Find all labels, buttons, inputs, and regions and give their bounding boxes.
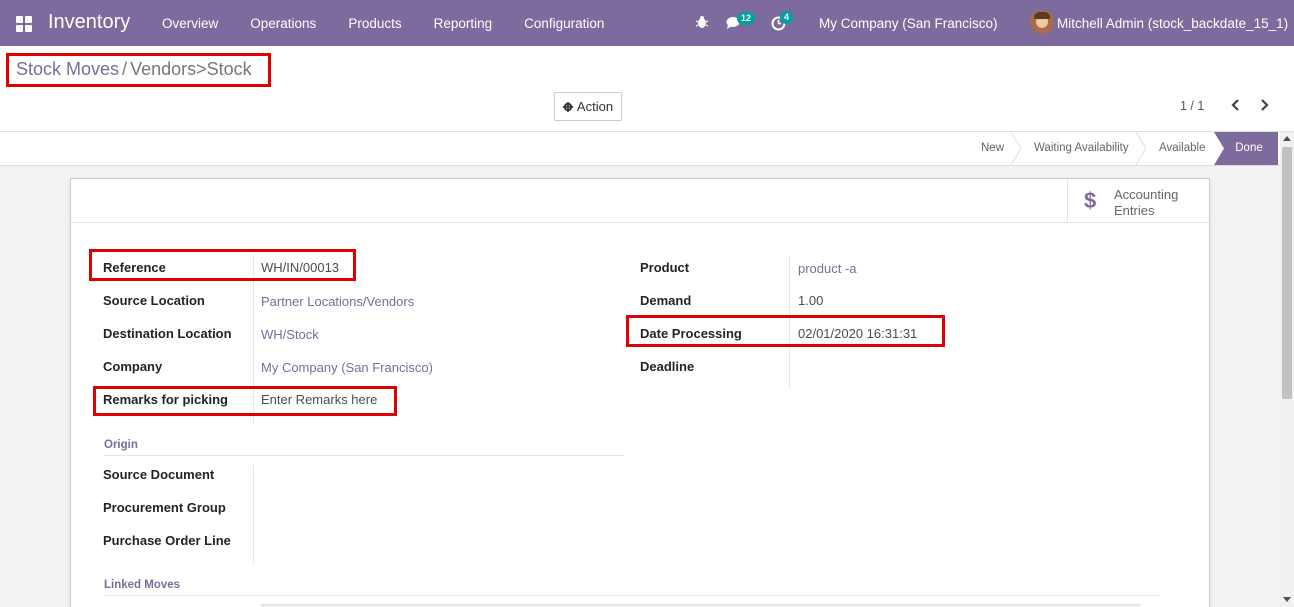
pager-value[interactable]: 1 / 1 (1180, 99, 1204, 113)
company-label: Company (103, 359, 163, 374)
menu-reporting[interactable]: Reporting (418, 16, 509, 31)
company-value[interactable]: My Company (San Francisco) (261, 360, 433, 375)
menu-configuration[interactable]: Configuration (508, 16, 620, 31)
date-processing-highlight-box (626, 315, 945, 347)
source-location-label: Source Location (103, 293, 205, 308)
chat-count-badge: 12 (737, 12, 756, 25)
column-divider (253, 465, 254, 563)
deadline-label: Deadline (640, 359, 695, 374)
main-menu: Overview Operations Products Reporting C… (146, 0, 620, 46)
stage-separator (1011, 132, 1021, 165)
apps-grid-icon[interactable] (16, 16, 32, 32)
reference-highlight-box (89, 249, 356, 281)
accounting-entries-button[interactable]: $ Accounting Entries (1067, 179, 1209, 223)
user-menu[interactable]: Mitchell Admin (stock_backdate_15_1) (1057, 16, 1288, 31)
user-avatar[interactable] (1030, 10, 1054, 34)
destination-location-value[interactable]: WH/Stock (261, 327, 319, 342)
demand-value: 1.00 (798, 293, 824, 308)
origin-section-title: Origin (104, 439, 138, 451)
source-document-label: Source Document (103, 467, 215, 482)
button-box: $ Accounting Entries (71, 179, 1209, 223)
demand-label: Demand (640, 293, 692, 308)
source-location-value[interactable]: Partner Locations/Vendors (261, 294, 414, 309)
page-scrollbar[interactable] (1280, 132, 1294, 607)
menu-overview[interactable]: Overview (146, 16, 234, 31)
action-label: Action (576, 99, 614, 114)
chevron-right-icon[interactable] (1257, 98, 1271, 112)
destination-location-label: Destination Location (103, 326, 232, 341)
top-navbar: Inventory Overview Operations Products R… (0, 0, 1294, 46)
linked-moves-divider (103, 595, 1161, 596)
menu-operations[interactable]: Operations (234, 16, 332, 31)
stage-done[interactable]: Done (1214, 132, 1278, 165)
procurement-group-label: Procurement Group (103, 500, 226, 515)
status-bar: New Waiting Availability Available Done (0, 132, 1294, 166)
purchase-order-line-label: Purchase Order Line (103, 533, 231, 548)
scroll-down-arrow-icon[interactable] (1283, 597, 1291, 602)
stage-new[interactable]: New (981, 132, 1004, 165)
product-label: Product (640, 260, 690, 275)
app-title[interactable]: Inventory (48, 11, 130, 34)
accounting-entries-label: Accounting Entries (1114, 187, 1179, 218)
bug-icon[interactable] (695, 15, 709, 29)
origin-divider (103, 455, 625, 456)
stage-waiting-availability[interactable]: Waiting Availability (1034, 132, 1129, 165)
scroll-thumb[interactable] (1282, 147, 1292, 399)
product-value[interactable]: product -a (798, 261, 857, 276)
breadcrumb-highlight-box (6, 53, 271, 87)
action-button[interactable]: Action (554, 92, 622, 121)
company-switcher[interactable]: My Company (San Francisco) (819, 16, 998, 31)
linked-moves-section-title: Linked Moves (104, 579, 181, 591)
stage-available[interactable]: Available (1159, 132, 1205, 165)
activity-count-badge: 4 (780, 11, 794, 24)
scroll-up-arrow-icon[interactable] (1283, 136, 1291, 141)
menu-products[interactable]: Products (332, 16, 417, 31)
remarks-highlight-box (93, 386, 397, 416)
chevron-left-icon[interactable] (1229, 98, 1243, 112)
stage-separator (1136, 132, 1146, 165)
gear-icon (562, 101, 573, 112)
dollar-icon: $ (1084, 188, 1097, 213)
control-panel: Stock Moves / Vendors>Stock Action 1 / 1 (0, 46, 1294, 132)
